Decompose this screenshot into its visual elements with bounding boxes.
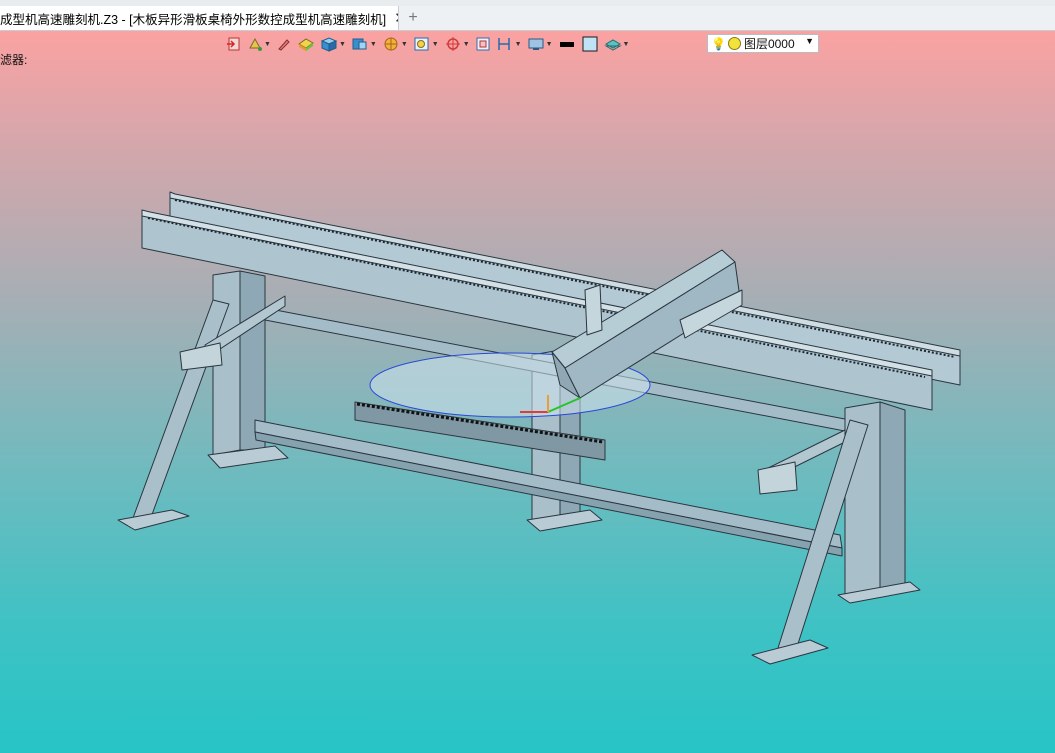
layer-name: 图层0000 — [743, 37, 795, 51]
view-cube-icon[interactable]: ▼ — [351, 34, 377, 54]
block-shade-icon[interactable] — [297, 34, 315, 54]
origin-target-icon[interactable]: ▼ — [444, 34, 470, 54]
lightbulb-icon[interactable]: 💡 — [711, 37, 726, 51]
close-icon[interactable]: ✕ — [394, 9, 398, 27]
cube-icon[interactable]: ▼ — [320, 34, 346, 54]
yellow-circle-icon — [727, 37, 741, 50]
view-toolbar: ▼ ▼ ▼ ▼ ▼ ▼ ▼ ▼ ▼ — [226, 34, 634, 54]
selection-filter-label: 滤器: — [0, 53, 28, 67]
layer-dropdown[interactable]: 💡 图层0000 ▼ — [707, 34, 819, 53]
3d-viewport[interactable]: 滤器: ▼ ▼ ▼ ▼ ▼ ▼ ▼ ▼ ▼ 💡 图层0000 ▼ — [0, 31, 1055, 753]
black-color-swatch[interactable] — [558, 34, 576, 54]
light-blue-color-swatch[interactable] — [581, 34, 599, 54]
exit-icon[interactable] — [226, 34, 242, 54]
document-tab-active[interactable]: 成型机高速雕刻机.Z3 - [木板异形滑板桌椅外形数控成型机高速雕刻机] ✕ — [0, 6, 399, 30]
chevron-down-icon[interactable]: ▼ — [805, 36, 814, 46]
new-tab-button[interactable]: + — [404, 6, 422, 30]
filter-icon[interactable]: ▼ — [382, 34, 408, 54]
pencil-icon[interactable] — [276, 34, 292, 54]
paint-bucket-icon[interactable]: ▼ — [247, 34, 271, 54]
document-tab-bar: 成型机高速雕刻机.Z3 - [木板异形滑板桌椅外形数控成型机高速雕刻机] ✕ + — [0, 6, 1055, 31]
layer-stack-icon[interactable]: ▼ — [603, 34, 629, 54]
frame-icon[interactable] — [475, 34, 491, 54]
document-tab-title: 成型机高速雕刻机.Z3 - [木板异形滑板桌椅外形数控成型机高速雕刻机] — [0, 12, 387, 27]
dimension-icon[interactable]: ▼ — [496, 34, 522, 54]
zoom-window-icon[interactable]: ▼ — [413, 34, 439, 54]
display-mode-icon[interactable]: ▼ — [527, 34, 553, 54]
gantry-router-model — [117, 191, 961, 665]
